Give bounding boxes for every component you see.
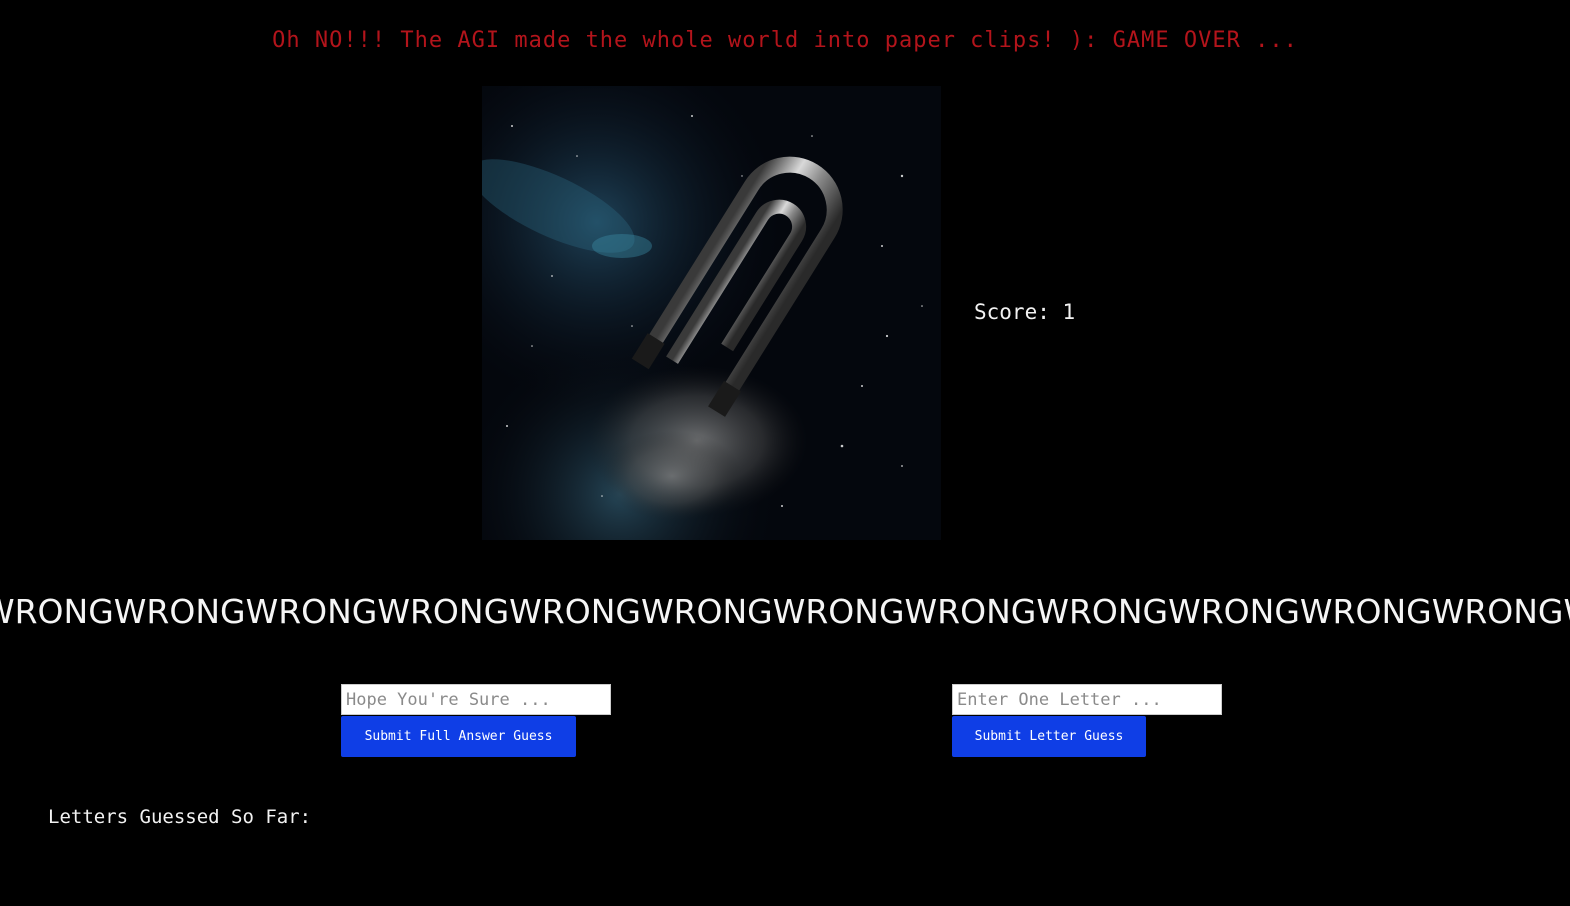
submit-letter-button[interactable]: Submit Letter Guess (952, 716, 1146, 757)
game-over-message: Oh NO!!! The AGI made the whole world in… (272, 28, 1298, 53)
paperclip-icon (482, 86, 941, 540)
letter-guess-form: Submit Letter Guess (952, 684, 1222, 757)
full-answer-input[interactable] (341, 684, 611, 715)
submit-full-answer-button[interactable]: Submit Full Answer Guess (341, 716, 576, 757)
full-answer-guess-form: Submit Full Answer Guess (341, 684, 611, 757)
game-page: Oh NO!!! The AGI made the whole world in… (0, 0, 1570, 906)
letter-input[interactable] (952, 684, 1222, 715)
paperclip-space-image (482, 86, 941, 540)
letters-guessed-label: Letters Guessed So Far: (48, 806, 312, 828)
score-display: Score: 1 (974, 300, 1076, 324)
wrong-banner-text: WRONGWRONGWRONGWRONGWRONGWRONGWRONGWRONG… (0, 592, 1570, 631)
wrong-banner: WRONGWRONGWRONGWRONGWRONGWRONGWRONGWRONG… (0, 590, 1570, 634)
